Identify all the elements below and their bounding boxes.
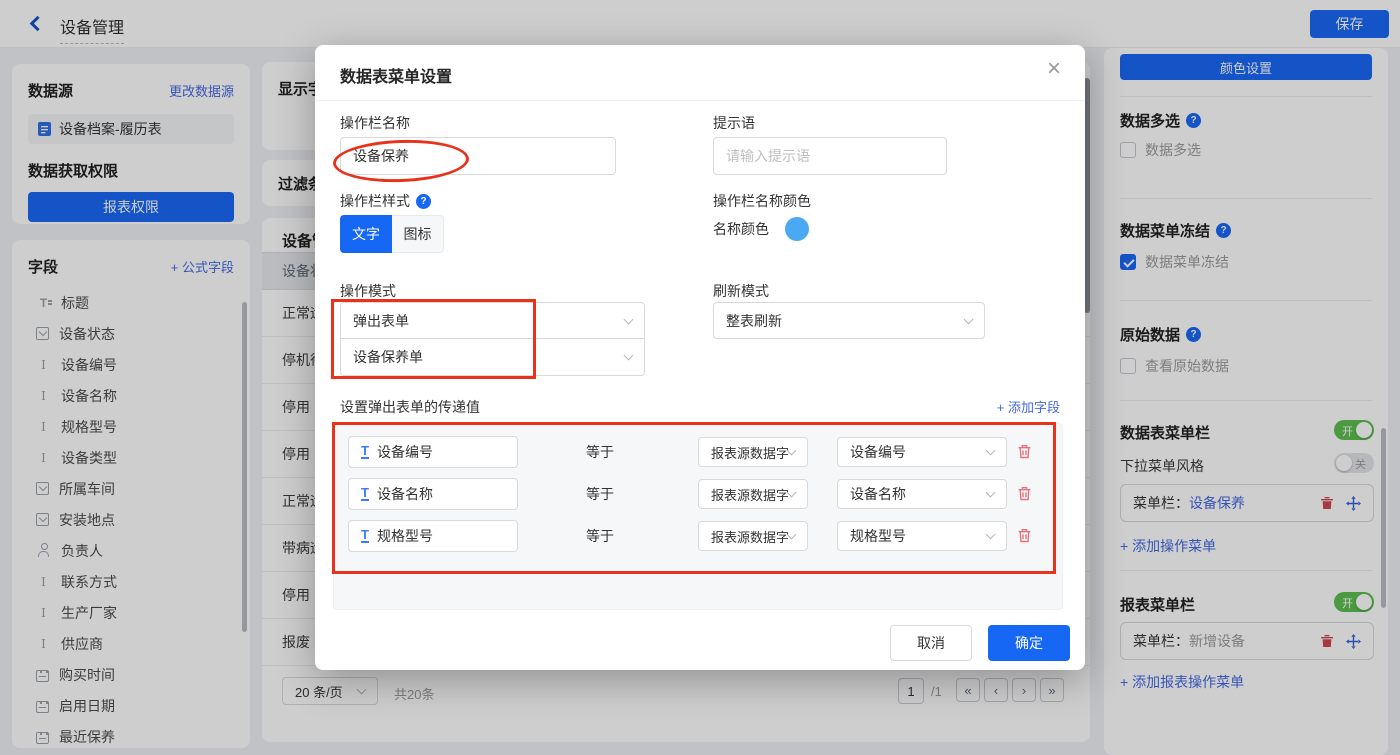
source-field-value: 设备编号: [850, 444, 906, 460]
divider: [315, 100, 1085, 101]
transfer-field-input[interactable]: T 设备名称: [348, 478, 518, 510]
text-field-icon: T: [361, 485, 369, 501]
transfer-row: T 设备编号 等于 报表源数据字... 设备编号: [334, 436, 1062, 468]
text-field-icon: T: [361, 527, 369, 543]
chevron-down-icon: [985, 445, 996, 456]
transfer-field-input[interactable]: T 规格型号: [348, 520, 518, 552]
action-name-label: 操作栏名称: [340, 115, 410, 131]
refresh-mode-label: 刷新模式: [713, 283, 769, 299]
equals-operator-label: 等于: [586, 444, 614, 460]
source-type-select[interactable]: 报表源数据字...: [698, 479, 808, 509]
action-mode-select[interactable]: 弹出表单: [340, 302, 645, 339]
transfer-field-name: 规格型号: [376, 528, 433, 544]
close-icon[interactable]: ×: [1047, 57, 1061, 81]
chevron-down-icon: [623, 314, 634, 324]
source-field-select[interactable]: 设备编号: [837, 437, 1007, 467]
trash-icon: [1018, 487, 1031, 501]
action-mode-label: 操作模式: [340, 283, 396, 299]
action-name-input[interactable]: 设备保养: [340, 137, 616, 175]
style-option-text[interactable]: 文字: [340, 215, 392, 253]
source-field-value: 规格型号: [850, 528, 906, 544]
transfer-field-name: 设备编号: [376, 444, 433, 460]
delete-transfer-row-button[interactable]: [1017, 444, 1032, 464]
source-type-value: 报表源数据字...: [711, 445, 788, 461]
chevron-down-icon: [786, 445, 797, 456]
source-type-select[interactable]: 报表源数据字...: [698, 437, 808, 467]
source-field-select[interactable]: 规格型号: [837, 521, 1007, 551]
transfer-field-input[interactable]: T 设备编号: [348, 436, 518, 468]
source-field-value: 设备名称: [850, 486, 906, 502]
source-type-select[interactable]: 报表源数据字...: [698, 521, 808, 551]
color-swatch[interactable]: [785, 217, 809, 241]
chevron-down-icon: [963, 314, 974, 324]
dialog-title: 数据表菜单设置: [340, 69, 453, 86]
style-option-icon[interactable]: 图标: [392, 215, 444, 253]
chevron-down-icon: [623, 350, 634, 361]
help-icon[interactable]: ?: [416, 193, 431, 209]
data-table-menu-settings-dialog: 数据表菜单设置 × 操作栏名称 设备保养 提示语 请输入提示语 操作栏样式? 文…: [315, 45, 1085, 670]
ok-button[interactable]: 确定: [988, 625, 1070, 661]
transfer-values-title: 设置弹出表单的传递值: [340, 399, 480, 415]
cancel-button[interactable]: 取消: [890, 625, 972, 661]
delete-transfer-row-button[interactable]: [1017, 528, 1032, 548]
chevron-down-icon: [985, 529, 996, 540]
chevron-down-icon: [985, 487, 996, 498]
transfer-row: T 设备名称 等于 报表源数据字... 设备名称: [334, 478, 1062, 510]
transfer-field-name: 设备名称: [376, 486, 433, 502]
chevron-down-icon: [786, 487, 797, 498]
add-field-link[interactable]: + 添加字段: [997, 397, 1060, 416]
action-style-segmented: 文字 图标: [340, 215, 444, 253]
trash-icon: [1018, 529, 1031, 543]
source-type-value: 报表源数据字...: [711, 487, 788, 503]
chevron-down-icon: [786, 529, 797, 540]
name-color-sublabel: 名称颜色: [713, 221, 769, 237]
hint-label: 提示语: [713, 115, 755, 131]
name-color-label: 操作栏名称颜色: [713, 193, 811, 209]
transfer-rows-panel: T设备编号等于报表源数据字...设备编号T设备名称等于报表源数据字...设备名称…: [333, 423, 1063, 610]
transfer-row: T 规格型号 等于 报表源数据字... 规格型号: [334, 520, 1062, 552]
equals-operator-label: 等于: [586, 486, 614, 502]
source-field-select[interactable]: 设备名称: [837, 479, 1007, 509]
target-form-select[interactable]: 设备保养单: [340, 339, 645, 376]
source-type-value: 报表源数据字...: [711, 529, 788, 545]
trash-icon: [1018, 445, 1031, 459]
hint-input[interactable]: 请输入提示语: [713, 137, 947, 175]
action-style-label: 操作栏样式?: [340, 191, 431, 211]
delete-transfer-row-button[interactable]: [1017, 486, 1032, 506]
equals-operator-label: 等于: [586, 528, 614, 544]
text-field-icon: T: [361, 443, 369, 459]
refresh-mode-select[interactable]: 整表刷新: [713, 302, 985, 339]
